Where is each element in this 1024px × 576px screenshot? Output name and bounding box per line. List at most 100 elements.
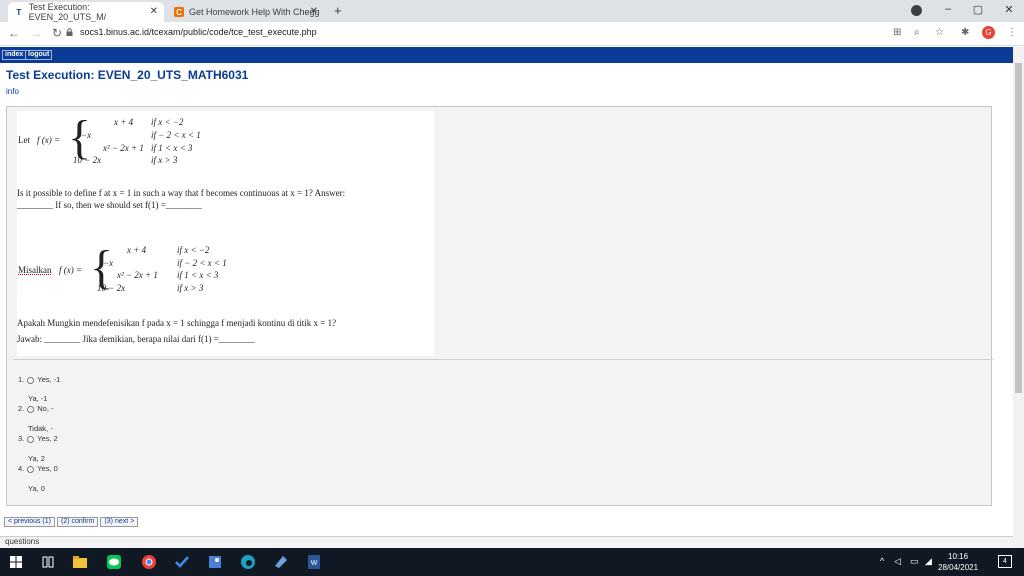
tray-chevron-icon[interactable]: ^: [880, 556, 884, 566]
system-clock[interactable]: 10:16 28/04/2021: [938, 551, 978, 573]
info-link[interactable]: info: [6, 87, 19, 96]
close-tab-icon[interactable]: ✕: [310, 6, 318, 17]
divider: [13, 359, 993, 360]
snipping-tool-icon[interactable]: [273, 554, 289, 570]
tab-chegg[interactable]: C Get Homework Help With Chegg ✕: [168, 2, 324, 22]
extensions-icon[interactable]: ✱: [961, 27, 969, 38]
photos-app-icon[interactable]: [207, 554, 223, 570]
question-nav-buttons: < previous (1) (2) confirm (3) next >: [4, 517, 140, 527]
word-icon[interactable]: W: [306, 554, 322, 570]
translate-icon[interactable]: ⊞: [893, 27, 901, 38]
radio-button[interactable]: [27, 435, 35, 443]
bookmark-star-icon[interactable]: ☆: [935, 27, 944, 38]
misalkan-label: Misalkan: [18, 265, 52, 275]
profile-avatar[interactable]: G: [982, 26, 995, 39]
case-expr: 10 − 2x: [97, 283, 126, 293]
index-link[interactable]: index: [2, 50, 27, 60]
tab-title: Test Execution: EVEN_20_UTS_M/: [28, 2, 107, 22]
case-cond: if 1 < x < 3: [151, 143, 193, 153]
question-answer-line-id: Jawab: ________ Jika demikian, berapa ni…: [17, 334, 255, 344]
option-label: Yes, 0: [37, 464, 58, 473]
lock-icon: [66, 28, 73, 36]
function-label: f (x) =: [59, 265, 83, 275]
case-expr: x² − 2x + 1: [117, 270, 158, 280]
case-cond: if − 2 < x < 1: [177, 258, 227, 268]
option-number: 3.: [18, 434, 25, 443]
chrome-icon[interactable]: [141, 554, 157, 570]
option-sub-label: Ya, -1: [28, 394, 48, 403]
next-button[interactable]: (3) next >: [100, 517, 139, 527]
forward-icon[interactable]: →: [30, 26, 42, 40]
close-tab-icon[interactable]: ✕: [150, 6, 158, 17]
chegg-favicon-icon: C: [174, 7, 184, 17]
option-label: Yes, 2: [37, 434, 58, 443]
confirm-button[interactable]: (2) confirm: [57, 517, 99, 527]
window-close-icon[interactable]: ✕: [1002, 3, 1016, 16]
tcexam-favicon-icon: T: [16, 7, 22, 17]
address-bar[interactable]: socs1.binus.ac.id/tcexam/public/code/tce…: [80, 27, 317, 37]
tab-title: Get Homework Help With Chegg: [189, 7, 320, 17]
option-2[interactable]: 2. No, -: [18, 404, 54, 413]
option-number: 4.: [18, 464, 25, 473]
option-sub-label: Ya, 2: [28, 454, 45, 463]
edge-icon[interactable]: [240, 554, 256, 570]
case-expr: 10 − 2x: [73, 155, 102, 165]
case-cond: if 1 < x < 3: [177, 270, 219, 280]
windows-start-icon[interactable]: [8, 554, 24, 570]
zoom-icon[interactable]: ⌕: [914, 27, 920, 38]
option-label: Yes, -1: [37, 375, 61, 384]
function-label: f (x) =: [37, 135, 61, 145]
minimize-icon[interactable]: –: [941, 3, 955, 15]
page-title: Test Execution: EVEN_20_UTS_MATH6031: [6, 68, 249, 82]
option-4[interactable]: 4. Yes, 0: [18, 464, 58, 473]
question-text-id: Apakah Mungkin mendefenisikan f pada x =…: [17, 318, 337, 328]
battery-icon[interactable]: ▭: [910, 556, 919, 567]
case-expr: x + 4: [127, 245, 147, 255]
clock-date: 28/04/2021: [938, 563, 979, 572]
volume-icon[interactable]: ◁: [894, 556, 901, 567]
scrollbar-thumb[interactable]: [1015, 63, 1022, 393]
case-cond: if x > 3: [177, 283, 204, 293]
case-cond: if x < −2: [177, 245, 210, 255]
maximize-icon[interactable]: ▢: [971, 3, 985, 16]
case-expr: x² − 2x + 1: [103, 143, 144, 153]
logout-link[interactable]: logout: [25, 50, 53, 60]
let-label: Let: [18, 135, 30, 145]
radio-button[interactable]: [27, 376, 35, 384]
option-1[interactable]: 1. Yes, -1: [18, 375, 60, 384]
question-panel: Let f (x) = { x + 4 if x < −2 −x if − 2 …: [6, 106, 993, 506]
taskbar: W ^ ◁ ▭ ◢ 10:16 28/04/2021 4: [0, 548, 1024, 576]
case-cond: if x > 3: [151, 155, 178, 165]
previous-button[interactable]: < previous (1): [4, 517, 55, 527]
option-number: 2.: [18, 404, 25, 413]
new-tab-button[interactable]: +: [334, 3, 342, 18]
back-icon[interactable]: ←: [8, 26, 20, 40]
checkmark-app-icon[interactable]: [174, 554, 190, 570]
question-answer-line-en: ________ If so, then we should set f(1) …: [17, 200, 202, 210]
tab-search-icon[interactable]: [911, 5, 922, 16]
line-app-icon[interactable]: [106, 554, 122, 570]
page-nav-bar: index logout: [0, 47, 1013, 63]
case-cond: if − 2 < x < 1: [151, 130, 201, 140]
option-label: No, -: [37, 404, 54, 413]
file-explorer-icon[interactable]: [72, 554, 88, 570]
network-icon[interactable]: ◢: [925, 556, 932, 567]
tab-test-execution[interactable]: T Test Execution: EVEN_20_UTS_M/ ✕: [8, 2, 164, 22]
page-scrollbar[interactable]: [1013, 47, 1024, 549]
radio-button[interactable]: [27, 405, 35, 413]
task-view-icon[interactable]: [40, 554, 56, 570]
case-cond: if x < −2: [151, 117, 184, 127]
radio-button[interactable]: [27, 465, 35, 473]
questions-section-header[interactable]: questions: [0, 536, 1013, 548]
clock-time: 10:16: [948, 552, 969, 561]
browser-tab-bar: T Test Execution: EVEN_20_UTS_M/ ✕ C Get…: [0, 0, 1024, 22]
option-3[interactable]: 3. Yes, 2: [18, 434, 58, 443]
reload-icon[interactable]: ↻: [52, 26, 62, 40]
notification-center-icon[interactable]: 4: [998, 555, 1012, 568]
case-expr: −x: [103, 258, 114, 268]
case-expr: x + 4: [114, 117, 134, 127]
option-sub-label: Tidak, -: [28, 424, 53, 433]
option-sub-label: Ya, 0: [28, 484, 45, 493]
case-expr: −x: [81, 130, 92, 140]
menu-kebab-icon[interactable]: ⋮: [1007, 27, 1017, 38]
